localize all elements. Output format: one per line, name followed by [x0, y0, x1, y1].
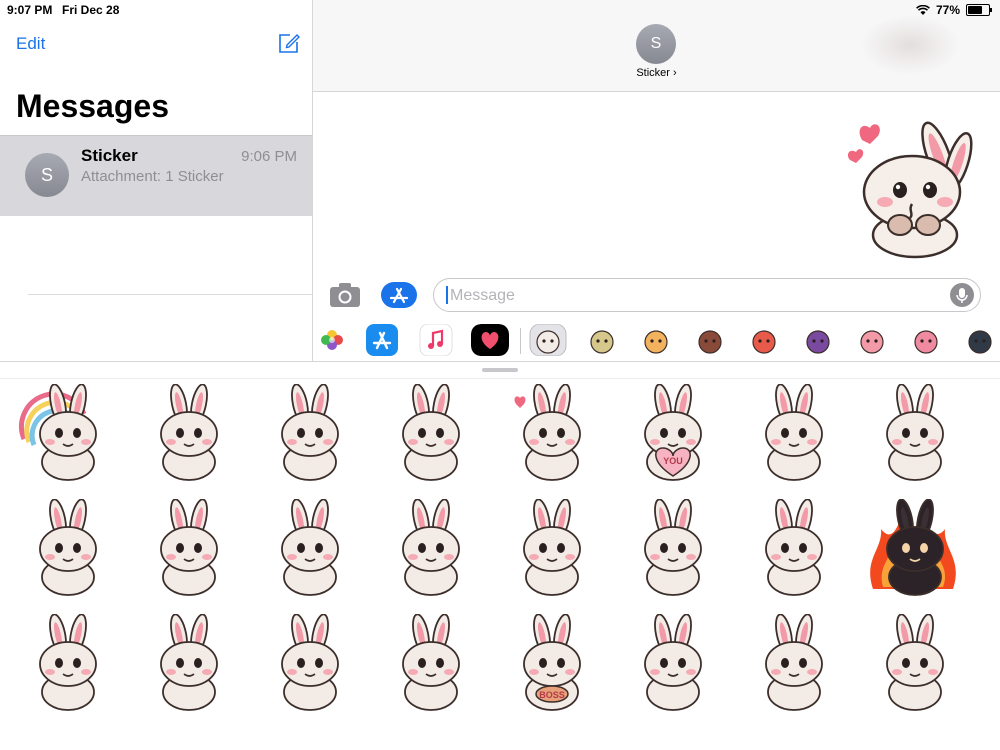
pack-4-app-icon[interactable]	[691, 324, 729, 356]
pack-3-app-icon[interactable]	[637, 324, 675, 356]
sticker-grid: YOU BOSS	[0, 384, 1000, 744]
sticker-rainbow[interactable]	[16, 384, 116, 484]
sticker-sleep[interactable]	[742, 614, 842, 714]
message-composer: Message	[313, 270, 1000, 320]
app-drawer	[313, 320, 1000, 361]
drawer-separator	[520, 328, 521, 354]
sticker-confused[interactable]	[258, 499, 358, 599]
sticker-caption: YOU	[663, 456, 683, 466]
message-input[interactable]: Message	[433, 278, 981, 312]
sticker-you-heart[interactable]: YOU	[621, 384, 721, 484]
camera-icon[interactable]	[329, 282, 361, 308]
sticker-caption: BOSS	[539, 690, 565, 700]
sticker-lying[interactable]	[621, 499, 721, 599]
conversation-preview: Attachment: 1 Sticker	[81, 168, 224, 185]
header-background-blur	[860, 15, 960, 75]
digital-touch-app-icon[interactable]	[471, 324, 509, 356]
sticker-sparkle[interactable]	[742, 384, 842, 484]
sticker-shy[interactable]	[137, 384, 237, 484]
photos-app-icon[interactable]	[313, 324, 351, 356]
sticker-sick[interactable]	[863, 614, 963, 714]
sticker-wink[interactable]	[863, 384, 963, 484]
message-placeholder: Message	[450, 287, 515, 304]
compose-icon[interactable]	[278, 32, 300, 54]
contact-avatar[interactable]: S	[636, 24, 676, 64]
battery-level	[968, 6, 982, 14]
wifi-icon	[916, 4, 930, 15]
music-app-icon[interactable]	[417, 324, 455, 356]
app-store-app-icon[interactable]	[363, 324, 401, 356]
list-divider	[28, 294, 312, 295]
battery-percent: 77%	[935, 3, 960, 17]
sticker-think[interactable]	[379, 499, 479, 599]
conversation-row-sticker[interactable]: S Sticker 9:06 PM Attachment: 1 Sticker	[0, 135, 312, 216]
status-right: 77%	[916, 3, 992, 17]
pack-8-app-icon[interactable]	[907, 324, 945, 356]
avatar: S	[25, 153, 69, 197]
sticker-kiss[interactable]	[500, 384, 600, 484]
sent-sticker[interactable]	[840, 110, 980, 260]
panel-divider	[0, 361, 1000, 362]
pack-6-app-icon[interactable]	[799, 324, 837, 356]
sticker-boss[interactable]: BOSS	[500, 614, 600, 714]
status-bar: 9:07 PM Fri Dec 28 77%	[0, 0, 1000, 20]
sticker-cookie[interactable]	[621, 614, 721, 714]
sticker-carrot[interactable]	[379, 614, 479, 714]
app-store-icon[interactable]	[381, 282, 417, 308]
page-title: Messages	[16, 88, 169, 124]
sticker-laugh[interactable]	[137, 614, 237, 714]
status-time: 9:07 PM	[7, 3, 53, 17]
sticker-sleepy[interactable]	[742, 499, 842, 599]
sticker-hide[interactable]	[16, 614, 116, 714]
edit-button[interactable]: Edit	[16, 34, 45, 54]
sticker-cheer[interactable]	[258, 384, 358, 484]
pack-9-app-icon[interactable]	[961, 324, 999, 356]
panel-divider-secondary	[0, 378, 1000, 379]
battery-icon	[966, 4, 992, 16]
status-date: Fri Dec 28	[62, 3, 120, 17]
conversation-list-pane: Edit Messages S Sticker 9:06 PM Attachme…	[0, 0, 313, 362]
text-caret	[446, 286, 448, 304]
contact-name-link[interactable]: Sticker ›	[313, 67, 1000, 79]
sticker-angry[interactable]	[863, 499, 963, 599]
sticker-cute[interactable]	[379, 384, 479, 484]
pack-5-app-icon[interactable]	[745, 324, 783, 356]
microphone-icon[interactable]	[950, 283, 974, 307]
bunny-pack-app-icon[interactable]	[529, 324, 567, 356]
sticker-thinking[interactable]	[500, 499, 600, 599]
sticker-cry[interactable]	[258, 614, 358, 714]
sticker-smug[interactable]	[137, 499, 237, 599]
pack-7-app-icon[interactable]	[853, 324, 891, 356]
conversation-time: 9:06 PM	[241, 148, 297, 165]
sticker-happy[interactable]	[16, 499, 116, 599]
pack-2-app-icon[interactable]	[583, 324, 621, 356]
panel-grabber-handle[interactable]	[482, 368, 518, 372]
conversation-name: Sticker	[81, 146, 138, 165]
